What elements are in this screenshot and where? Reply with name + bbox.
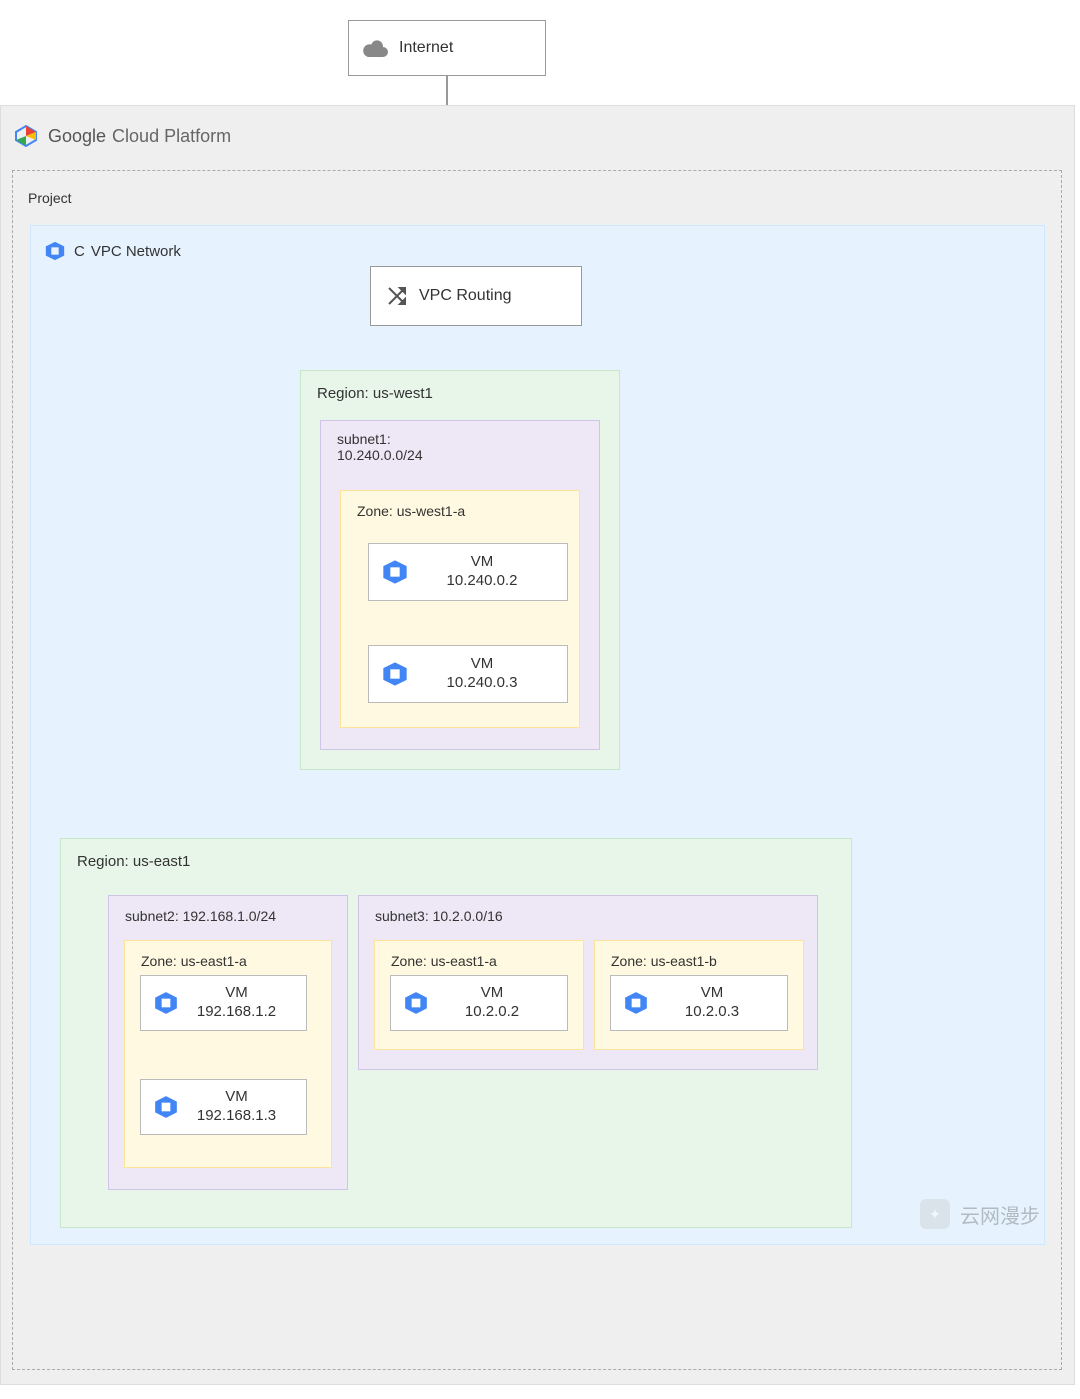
vm-name: VM bbox=[471, 553, 494, 570]
vm-ip: 10.240.0.3 bbox=[447, 674, 518, 691]
internet-label: Internet bbox=[399, 39, 453, 57]
gcp-title-bold: Google bbox=[48, 126, 106, 147]
vm-node: VM 192.168.1.3 bbox=[140, 1079, 307, 1135]
vm-name: VM bbox=[225, 1088, 248, 1105]
vm-node: VM 10.2.0.2 bbox=[390, 975, 568, 1031]
compute-icon bbox=[381, 660, 409, 688]
vm-node: VM 10.2.0.3 bbox=[610, 975, 788, 1031]
compute-icon bbox=[403, 990, 429, 1016]
compute-icon bbox=[623, 990, 649, 1016]
diagram-canvas: Internet Google Cloud Platform Project C… bbox=[0, 0, 1080, 1399]
compute-icon bbox=[381, 558, 409, 586]
zone-label: Zone: us-west1-a bbox=[357, 503, 465, 519]
gcp-title-rest: Cloud Platform bbox=[112, 126, 231, 147]
project-label: Project bbox=[28, 190, 72, 206]
internet-node: Internet bbox=[348, 20, 546, 76]
vm-node: VM 192.168.1.2 bbox=[140, 975, 307, 1031]
gcp-logo-icon bbox=[14, 124, 38, 148]
vpc-network-title: C VPC Network bbox=[44, 240, 181, 262]
vm-name: VM bbox=[701, 984, 724, 1001]
watermark-text: 云网漫步 bbox=[960, 1200, 1040, 1229]
compute-icon bbox=[153, 1094, 179, 1120]
subnet-label: subnet3: 10.2.0.0/16 bbox=[375, 908, 503, 924]
zone-label: Zone: us-east1-a bbox=[141, 953, 247, 969]
vm-node: VM 10.240.0.2 bbox=[368, 543, 568, 601]
gcp-title: Google Cloud Platform bbox=[14, 124, 231, 148]
vm-name: VM bbox=[481, 984, 504, 1001]
subnet-label: subnet2: 192.168.1.0/24 bbox=[125, 908, 276, 924]
vpc-routing-label: VPC Routing bbox=[419, 287, 512, 305]
watermark: ✦ 云网漫步 bbox=[920, 1199, 1040, 1229]
zone-label: Zone: us-east1-b bbox=[611, 953, 717, 969]
vm-ip: 192.168.1.3 bbox=[197, 1107, 276, 1124]
compute-icon bbox=[153, 990, 179, 1016]
zone-label: Zone: us-east1-a bbox=[391, 953, 497, 969]
wechat-icon: ✦ bbox=[920, 1199, 950, 1229]
vm-ip: 10.240.0.2 bbox=[447, 572, 518, 589]
routing-icon bbox=[385, 284, 409, 308]
cloud-icon bbox=[363, 39, 389, 57]
vm-ip: 10.2.0.2 bbox=[465, 1003, 519, 1020]
subnet-label: subnet1: 10.240.0.0/24 bbox=[337, 431, 423, 463]
region-label: Region: us-east1 bbox=[77, 853, 190, 870]
vpc-routing-node: VPC Routing bbox=[370, 266, 582, 326]
vpc-icon bbox=[44, 240, 66, 262]
vm-name: VM bbox=[225, 984, 248, 1001]
region-label: Region: us-west1 bbox=[317, 385, 433, 402]
vm-ip: 10.2.0.3 bbox=[685, 1003, 739, 1020]
vm-name: VM bbox=[471, 655, 494, 672]
vm-node: VM 10.240.0.3 bbox=[368, 645, 568, 703]
vpc-label: VPC Network bbox=[91, 243, 181, 260]
vpc-prefix: C bbox=[74, 243, 87, 260]
vm-ip: 192.168.1.2 bbox=[197, 1003, 276, 1020]
